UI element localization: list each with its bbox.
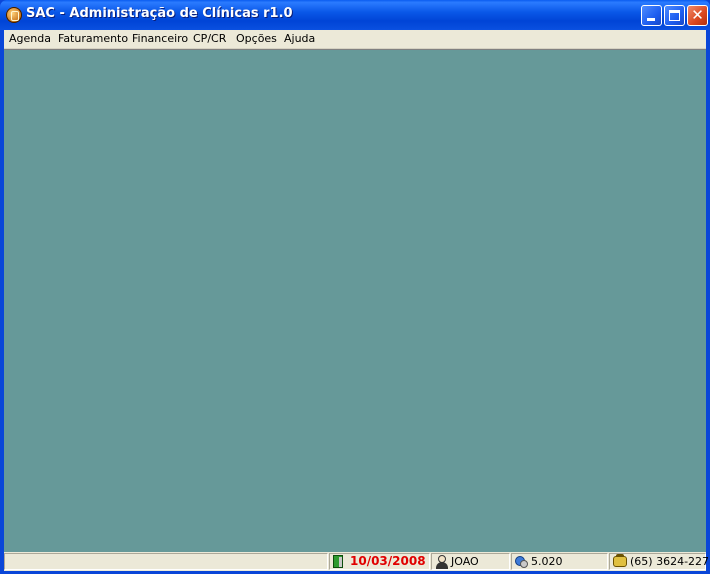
menu-faturamento[interactable]: Faturamento xyxy=(58,32,128,45)
minimize-icon xyxy=(647,18,655,21)
title-bar[interactable]: SAC - Administração de Clínicas r1.0 ✕ xyxy=(0,0,710,30)
maximize-icon xyxy=(669,10,680,21)
telephone-icon xyxy=(613,554,627,567)
status-panel-phone: (65) 3624-2271 xyxy=(609,553,710,570)
maximize-button[interactable] xyxy=(664,5,685,26)
status-phone: (65) 3624-2271 xyxy=(630,555,710,568)
status-panel-user: JOAO xyxy=(431,553,510,570)
status-panel-version: 5.020 xyxy=(511,553,608,570)
close-button[interactable]: ✕ xyxy=(687,5,708,26)
minimize-button[interactable] xyxy=(641,5,662,26)
status-panel-main xyxy=(4,553,328,570)
status-version: 5.020 xyxy=(531,555,563,568)
status-user: JOAO xyxy=(451,555,479,568)
main-window: SAC - Administração de Clínicas r1.0 ✕ A… xyxy=(0,0,710,574)
status-panel-date: 10/03/2008 xyxy=(329,553,430,570)
menu-cpcr[interactable]: CP/CR xyxy=(193,32,226,45)
menu-financeiro[interactable]: Financeiro xyxy=(132,32,188,45)
menu-agenda[interactable]: Agenda xyxy=(9,32,51,45)
user-icon xyxy=(435,555,448,569)
mdi-client-area[interactable] xyxy=(4,49,706,553)
clinic-app-icon[interactable] xyxy=(6,7,22,23)
close-icon: ✕ xyxy=(691,6,704,24)
menu-ajuda[interactable]: Ajuda xyxy=(284,32,315,45)
menu-bar: Agenda Faturamento Financeiro CP/CR Opçõ… xyxy=(4,30,706,49)
status-bar: 10/03/2008 JOAO 5.020 (65) 3624-2271 xyxy=(4,552,710,571)
status-date: 10/03/2008 xyxy=(350,554,426,568)
menu-opcoes[interactable]: Opções xyxy=(236,32,277,45)
door-icon xyxy=(333,555,343,568)
database-icon xyxy=(515,556,528,568)
window-title: SAC - Administração de Clínicas r1.0 xyxy=(26,6,293,21)
